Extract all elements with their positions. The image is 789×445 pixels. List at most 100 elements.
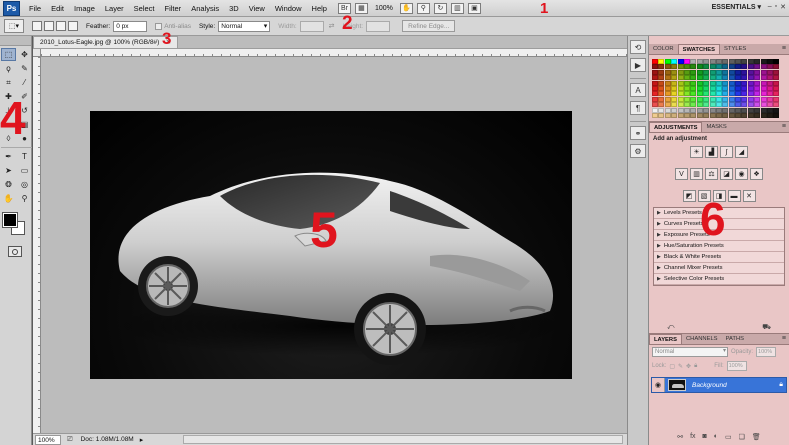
- swatch-cell[interactable]: [658, 96, 665, 102]
- swatch-cell[interactable]: [735, 91, 742, 97]
- swatch-cell[interactable]: [683, 85, 690, 91]
- panel-menu-icon[interactable]: ≡: [782, 123, 786, 130]
- swatch-cell[interactable]: [664, 96, 671, 102]
- swatch-cell[interactable]: [709, 91, 716, 97]
- swatch-cell[interactable]: [703, 75, 710, 81]
- levels-icon[interactable]: ▟: [705, 146, 718, 158]
- layer-row-background[interactable]: ◉ Background 🔒︎: [651, 377, 787, 393]
- swatch-cell[interactable]: [696, 107, 703, 113]
- swatch-cell[interactable]: [709, 80, 716, 86]
- swatch-cell[interactable]: [754, 102, 761, 108]
- tab-swatches[interactable]: Swatches: [677, 44, 721, 54]
- swatch-cell[interactable]: [658, 59, 665, 64]
- swatch-cell[interactable]: [671, 85, 678, 91]
- swatch-cell[interactable]: [715, 102, 722, 108]
- swatch-cell[interactable]: [709, 85, 716, 91]
- swatch-cell[interactable]: [760, 102, 767, 108]
- minimize-icon[interactable]: –: [768, 3, 772, 11]
- menu-filter[interactable]: Filter: [160, 4, 187, 13]
- swatch-cell[interactable]: [760, 64, 767, 70]
- swap-dimensions-icon[interactable]: ⇄: [329, 22, 335, 30]
- swatch-cell[interactable]: [709, 59, 716, 64]
- arrange-documents-icon[interactable]: ▥: [450, 2, 464, 14]
- swatch-cell[interactable]: [652, 96, 658, 102]
- swatch-cell[interactable]: [754, 64, 761, 70]
- swatch-cell[interactable]: [747, 64, 754, 70]
- swatch-cell[interactable]: [671, 102, 678, 108]
- swatch-cell[interactable]: [735, 96, 742, 102]
- swatch-cell[interactable]: [703, 80, 710, 86]
- crop-tool-icon[interactable]: ⌗: [1, 76, 16, 89]
- swatch-cell[interactable]: [728, 75, 735, 81]
- close-icon[interactable]: ✕: [780, 3, 786, 11]
- swatch-cell[interactable]: [677, 107, 684, 113]
- swatch-cell[interactable]: [741, 80, 748, 86]
- clip-layer-icon[interactable]: ⛟: [762, 323, 771, 332]
- swatch-cell[interactable]: [652, 59, 658, 64]
- swatch-cell[interactable]: [690, 59, 697, 64]
- swatch-cell[interactable]: [715, 91, 722, 97]
- swatch-cell[interactable]: [767, 91, 774, 97]
- lasso-tool-icon[interactable]: ϙ: [1, 62, 16, 75]
- swatch-cell[interactable]: [741, 64, 748, 70]
- menu-view[interactable]: View: [244, 4, 270, 13]
- swatch-cell[interactable]: [709, 64, 716, 70]
- swatch-cell[interactable]: [773, 69, 780, 75]
- swatch-cell[interactable]: [658, 75, 665, 81]
- new-selection-icon[interactable]: [32, 21, 42, 31]
- swatch-cell[interactable]: [652, 75, 658, 81]
- swatch-cell[interactable]: [664, 80, 671, 86]
- swatch-cell[interactable]: [760, 69, 767, 75]
- swatch-cell[interactable]: [715, 75, 722, 81]
- swatch-cell[interactable]: [773, 85, 780, 91]
- horizontal-ruler[interactable]: [41, 49, 627, 57]
- swatch-cell[interactable]: [658, 107, 665, 113]
- status-zoom-input[interactable]: 100%: [35, 434, 61, 445]
- swatch-cell[interactable]: [760, 96, 767, 102]
- swatch-cell[interactable]: [703, 112, 710, 118]
- swatch-cell[interactable]: [683, 102, 690, 108]
- swatch-cell[interactable]: [658, 85, 665, 91]
- opacity-input[interactable]: 100%: [756, 347, 777, 357]
- swatch-cell[interactable]: [773, 112, 780, 118]
- clone-source-icon[interactable]: ⚭: [630, 126, 646, 140]
- tool-preset-picker[interactable]: ⬚▾: [4, 19, 24, 33]
- swatch-cell[interactable]: [652, 102, 658, 108]
- swatch-cell[interactable]: [671, 59, 678, 64]
- swatch-cell[interactable]: [690, 80, 697, 86]
- brightness-contrast-icon[interactable]: ☀: [690, 146, 703, 158]
- quick-mask-button[interactable]: [8, 246, 22, 257]
- swatch-cell[interactable]: [715, 59, 722, 64]
- swatch-cell[interactable]: [671, 80, 678, 86]
- delete-layer-icon[interactable]: 🗑︎: [752, 433, 761, 443]
- swatch-cell[interactable]: [715, 80, 722, 86]
- swatch-cell[interactable]: [664, 59, 671, 64]
- swatch-cell[interactable]: [741, 69, 748, 75]
- swatch-cell[interactable]: [696, 112, 703, 118]
- swatch-cell[interactable]: [722, 91, 729, 97]
- swatch-cell[interactable]: [690, 64, 697, 70]
- swatch-cell[interactable]: [652, 112, 658, 118]
- swatch-cell[interactable]: [696, 85, 703, 91]
- swatch-cell[interactable]: [760, 91, 767, 97]
- status-menu-arrow-icon[interactable]: ▸: [140, 436, 144, 444]
- swatch-cell[interactable]: [709, 107, 716, 113]
- subtract-selection-icon[interactable]: [56, 21, 66, 31]
- vibrance-icon[interactable]: V: [675, 168, 688, 180]
- lock-position-icon[interactable]: ✥: [686, 363, 691, 370]
- zoom-level-select[interactable]: 100%: [372, 5, 396, 12]
- swatch-cell[interactable]: [754, 91, 761, 97]
- rotate-view-icon[interactable]: ↻: [433, 2, 447, 14]
- add-mask-icon[interactable]: ◙: [703, 433, 707, 443]
- swatch-cell[interactable]: [664, 64, 671, 70]
- swatch-cell[interactable]: [767, 85, 774, 91]
- swatch-cell[interactable]: [754, 107, 761, 113]
- quick-select-tool-icon[interactable]: ✎: [17, 62, 32, 75]
- swatch-cell[interactable]: [677, 80, 684, 86]
- swatch-cell[interactable]: [747, 69, 754, 75]
- swatch-cell[interactable]: [773, 59, 780, 64]
- swatch-cell[interactable]: [652, 80, 658, 86]
- swatch-cell[interactable]: [664, 102, 671, 108]
- gradient-map-icon[interactable]: ▬: [727, 190, 741, 202]
- swatch-cell[interactable]: [683, 96, 690, 102]
